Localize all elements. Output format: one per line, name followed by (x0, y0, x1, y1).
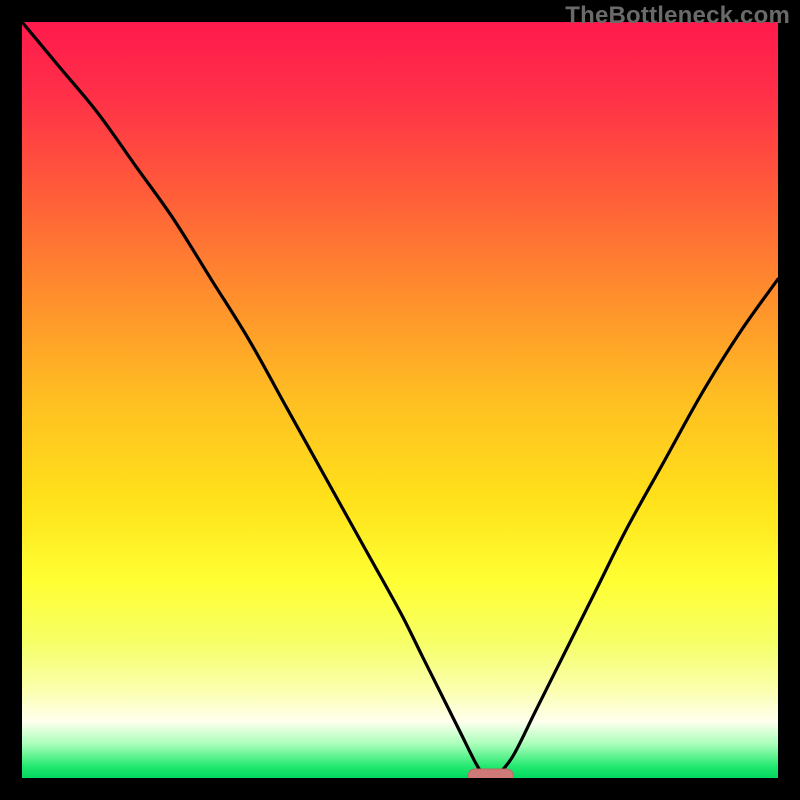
chart-frame: TheBottleneck.com (0, 0, 800, 800)
bottleneck-chart (22, 22, 778, 778)
optimal-marker (468, 769, 513, 778)
watermark-text: TheBottleneck.com (565, 2, 790, 30)
gradient-background (22, 22, 778, 778)
plot-area (22, 22, 778, 778)
